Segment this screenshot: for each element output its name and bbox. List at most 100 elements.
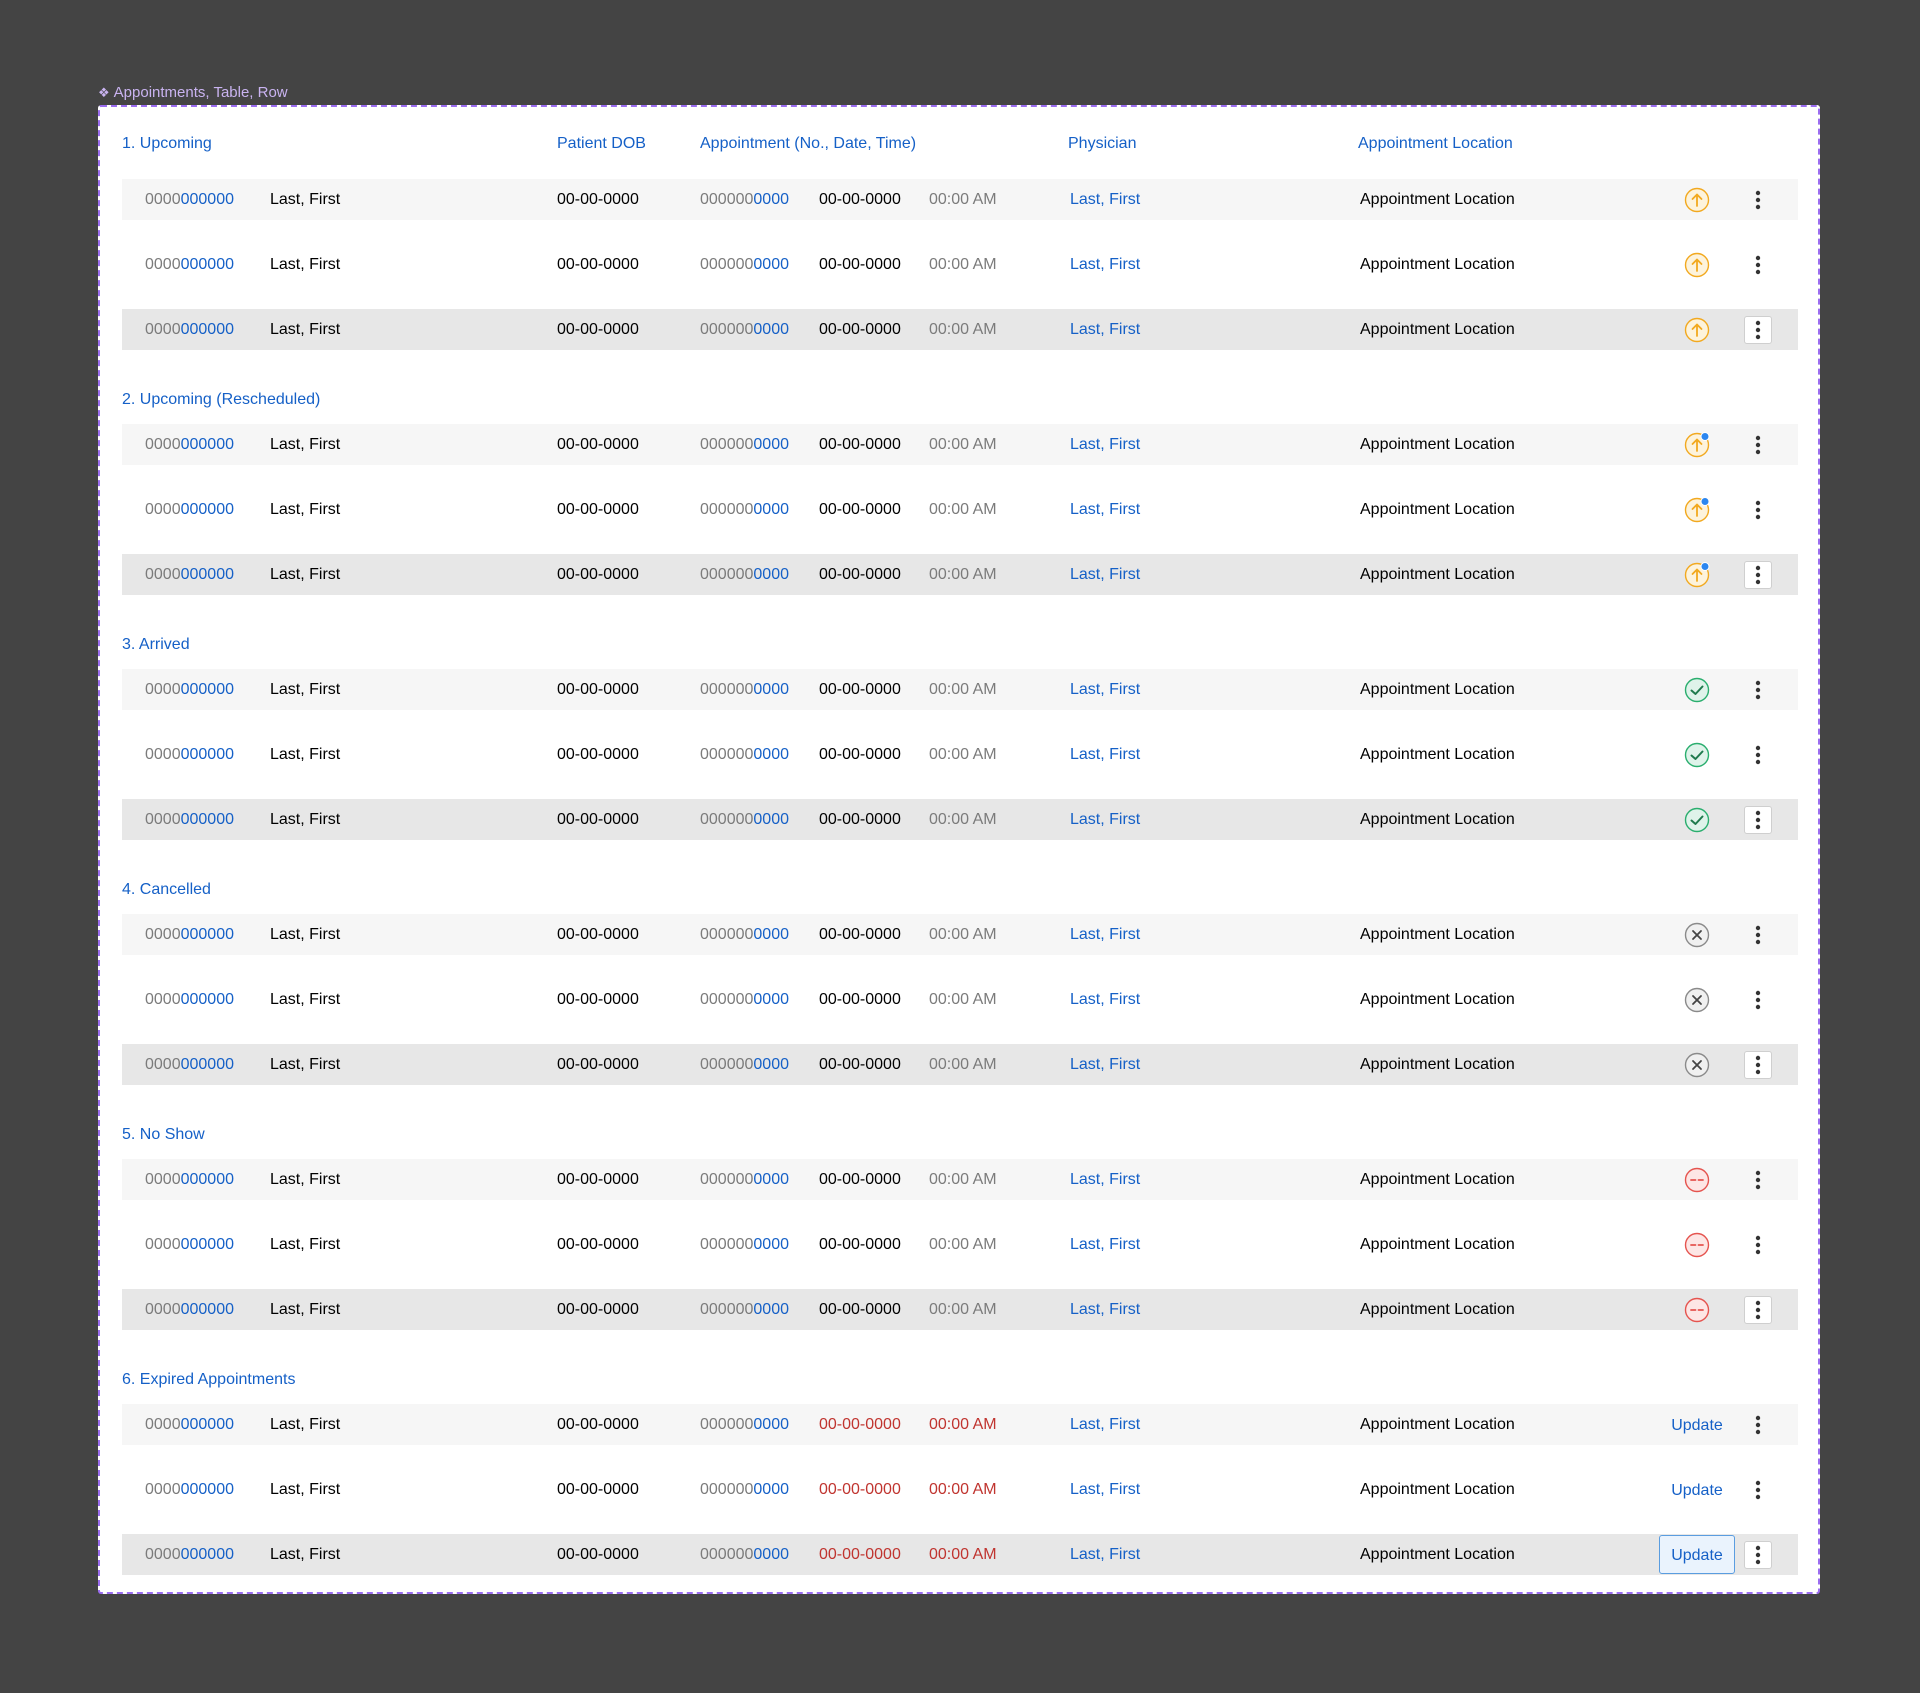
row-menu-cell[interactable] bbox=[1744, 1224, 1772, 1265]
appointment-number[interactable]: 0000000000 bbox=[700, 244, 789, 285]
appointment-number[interactable]: 0000000000 bbox=[700, 799, 789, 840]
physician-name[interactable]: Last, First bbox=[1070, 746, 1140, 763]
status-cell[interactable]: Update bbox=[1657, 1469, 1737, 1510]
appointment-number[interactable]: 0000000000 bbox=[700, 914, 789, 955]
more-options-button[interactable] bbox=[1744, 676, 1772, 704]
row-menu-cell[interactable] bbox=[1744, 669, 1772, 710]
table-row[interactable]: 0000000000 Last, First 00-00-0000 000000000… bbox=[122, 424, 1798, 465]
appointment-number[interactable]: 0000000000 bbox=[700, 309, 789, 350]
table-row[interactable]: 0000000000 Last, First 00-00-0000 000000000… bbox=[122, 1044, 1798, 1085]
patient-number-suffix[interactable]: 000000 bbox=[181, 991, 234, 1008]
patient-number-suffix[interactable]: 000000 bbox=[181, 926, 234, 943]
patient-number-suffix[interactable]: 000000 bbox=[181, 1171, 234, 1188]
patient-number-suffix[interactable]: 000000 bbox=[181, 811, 234, 828]
appointment-number[interactable]: 0000000000 bbox=[700, 489, 789, 530]
table-row[interactable]: 0000000000 Last, First 00-00-0000 000000000… bbox=[122, 179, 1798, 220]
appointment-number[interactable]: 0000000000 bbox=[700, 734, 789, 775]
column-header-patient-dob[interactable]: Patient DOB bbox=[557, 135, 646, 153]
appointment-number-suffix[interactable]: 0000 bbox=[753, 436, 789, 453]
appointment-number[interactable]: 0000000000 bbox=[700, 1224, 789, 1265]
physician-name[interactable]: Last, First bbox=[1070, 681, 1140, 698]
physician-name[interactable]: Last, First bbox=[1070, 566, 1140, 583]
physician-name[interactable]: Last, First bbox=[1070, 1546, 1140, 1563]
more-options-button[interactable] bbox=[1744, 1231, 1772, 1259]
patient-number[interactable]: 0000000000 bbox=[145, 554, 234, 595]
patient-number-suffix[interactable]: 000000 bbox=[181, 1416, 234, 1433]
appointment-number[interactable]: 0000000000 bbox=[700, 669, 789, 710]
physician-link[interactable]: Last, First bbox=[1070, 1404, 1140, 1445]
appointment-number-suffix[interactable]: 0000 bbox=[753, 681, 789, 698]
table-row[interactable]: 0000000000 Last, First 00-00-0000 000000000… bbox=[122, 1159, 1798, 1200]
row-menu-cell[interactable] bbox=[1744, 1404, 1772, 1445]
more-options-button[interactable] bbox=[1744, 496, 1772, 524]
physician-link[interactable]: Last, First bbox=[1070, 669, 1140, 710]
row-menu-cell[interactable] bbox=[1744, 179, 1772, 220]
patient-number-suffix[interactable]: 000000 bbox=[181, 1546, 234, 1563]
row-menu-cell[interactable] bbox=[1744, 914, 1772, 955]
physician-name[interactable]: Last, First bbox=[1070, 436, 1140, 453]
table-row[interactable]: 0000000000 Last, First 00-00-0000 000000000… bbox=[122, 554, 1798, 595]
table-row[interactable]: 0000000000 Last, First 00-00-0000 000000000… bbox=[122, 979, 1798, 1020]
more-options-button[interactable] bbox=[1744, 315, 1772, 344]
table-row[interactable]: 0000000000 Last, First 00-00-0000 000000000… bbox=[122, 1534, 1798, 1575]
patient-number-suffix[interactable]: 000000 bbox=[181, 436, 234, 453]
patient-number-suffix[interactable]: 000000 bbox=[181, 566, 234, 583]
patient-number-suffix[interactable]: 000000 bbox=[181, 1236, 234, 1253]
patient-number[interactable]: 0000000000 bbox=[145, 1289, 234, 1330]
patient-number[interactable]: 0000000000 bbox=[145, 244, 234, 285]
physician-link[interactable]: Last, First bbox=[1070, 1534, 1140, 1575]
patient-number[interactable]: 0000000000 bbox=[145, 1404, 234, 1445]
physician-link[interactable]: Last, First bbox=[1070, 554, 1140, 595]
appointment-number-suffix[interactable]: 0000 bbox=[753, 991, 789, 1008]
appointment-number[interactable]: 0000000000 bbox=[700, 1159, 789, 1200]
patient-number-suffix[interactable]: 000000 bbox=[181, 1481, 234, 1498]
appointment-number-suffix[interactable]: 0000 bbox=[753, 926, 789, 943]
column-header-physician[interactable]: Physician bbox=[1068, 135, 1136, 153]
more-options-button[interactable] bbox=[1744, 921, 1772, 949]
appointment-number-suffix[interactable]: 0000 bbox=[753, 1236, 789, 1253]
more-options-button[interactable] bbox=[1744, 1411, 1772, 1439]
patient-number[interactable]: 0000000000 bbox=[145, 1159, 234, 1200]
patient-number[interactable]: 0000000000 bbox=[145, 979, 234, 1020]
physician-link[interactable]: Last, First bbox=[1070, 244, 1140, 285]
physician-name[interactable]: Last, First bbox=[1070, 811, 1140, 828]
appointment-number-suffix[interactable]: 0000 bbox=[753, 1416, 789, 1433]
row-menu-cell[interactable] bbox=[1744, 1044, 1772, 1085]
appointment-number-suffix[interactable]: 0000 bbox=[753, 191, 789, 208]
appointment-number-suffix[interactable]: 0000 bbox=[753, 1301, 789, 1318]
appointment-number-suffix[interactable]: 0000 bbox=[753, 811, 789, 828]
patient-number[interactable]: 0000000000 bbox=[145, 914, 234, 955]
patient-number[interactable]: 0000000000 bbox=[145, 1044, 234, 1085]
physician-link[interactable]: Last, First bbox=[1070, 309, 1140, 350]
physician-name[interactable]: Last, First bbox=[1070, 1416, 1140, 1433]
patient-number[interactable]: 0000000000 bbox=[145, 1534, 234, 1575]
patient-number-suffix[interactable]: 000000 bbox=[181, 1056, 234, 1073]
row-menu-cell[interactable] bbox=[1744, 979, 1772, 1020]
patient-number[interactable]: 0000000000 bbox=[145, 799, 234, 840]
table-row[interactable]: 0000000000 Last, First 00-00-0000 000000000… bbox=[122, 309, 1798, 350]
status-cell[interactable]: Update bbox=[1657, 1534, 1737, 1575]
patient-number[interactable]: 0000000000 bbox=[145, 734, 234, 775]
patient-number-suffix[interactable]: 000000 bbox=[181, 681, 234, 698]
table-row[interactable]: 0000000000 Last, First 00-00-0000 000000000… bbox=[122, 489, 1798, 530]
more-options-button[interactable] bbox=[1744, 741, 1772, 769]
more-options-button[interactable] bbox=[1744, 1166, 1772, 1194]
row-menu-cell[interactable] bbox=[1744, 734, 1772, 775]
appointment-number-suffix[interactable]: 0000 bbox=[753, 746, 789, 763]
appointment-number[interactable]: 0000000000 bbox=[700, 1469, 789, 1510]
physician-link[interactable]: Last, First bbox=[1070, 1289, 1140, 1330]
physician-link[interactable]: Last, First bbox=[1070, 914, 1140, 955]
more-options-button[interactable] bbox=[1744, 805, 1772, 834]
appointment-number-suffix[interactable]: 0000 bbox=[753, 501, 789, 518]
row-menu-cell[interactable] bbox=[1744, 1289, 1772, 1330]
status-cell[interactable]: Update bbox=[1657, 1404, 1737, 1445]
appointment-number-suffix[interactable]: 0000 bbox=[753, 321, 789, 338]
column-header-location[interactable]: Appointment Location bbox=[1358, 135, 1513, 153]
appointment-number[interactable]: 0000000000 bbox=[700, 1289, 789, 1330]
row-menu-cell[interactable] bbox=[1744, 799, 1772, 840]
patient-number-suffix[interactable]: 000000 bbox=[181, 746, 234, 763]
physician-link[interactable]: Last, First bbox=[1070, 424, 1140, 465]
patient-number[interactable]: 0000000000 bbox=[145, 179, 234, 220]
appointment-number[interactable]: 0000000000 bbox=[700, 554, 789, 595]
physician-name[interactable]: Last, First bbox=[1070, 1481, 1140, 1498]
